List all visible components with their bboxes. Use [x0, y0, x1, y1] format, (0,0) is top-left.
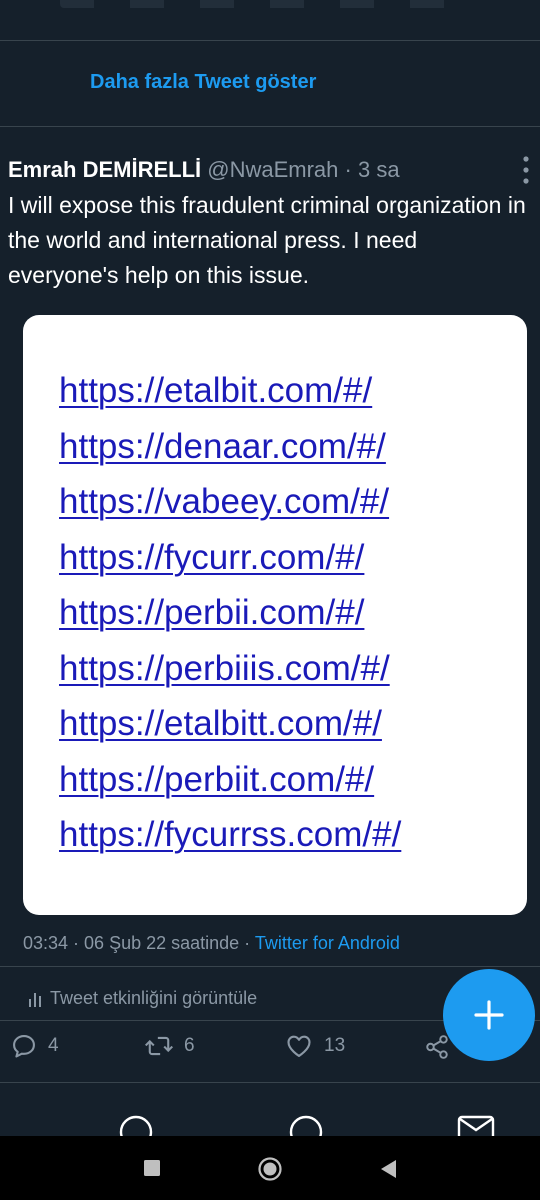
header-separator: ·: [344, 157, 352, 182]
previous-tweet-remnant: [60, 0, 480, 8]
messages-icon[interactable]: [456, 1114, 496, 1136]
tweet-analytics-label: Tweet etkinliğini görüntüle: [50, 988, 258, 1008]
system-navigation-bar: [0, 1136, 540, 1200]
reply-button[interactable]: 4: [10, 1032, 59, 1060]
image-url-list: https://etalbit.com/#/ https://denaar.co…: [59, 363, 401, 863]
reply-count: 4: [48, 1035, 59, 1056]
tweet-image[interactable]: https://etalbit.com/#/ https://denaar.co…: [23, 315, 527, 915]
tweet-timestamp: 03:34 · 06 Şub 22 saatinde ·: [23, 933, 255, 953]
tweet-bottom-divider: [0, 1082, 540, 1083]
tweet-age: 3 sa: [357, 157, 400, 182]
heart-icon: [287, 1035, 311, 1057]
tweet-header: Emrah DEMİRELLİ @NwaEmrah · 3 sa: [8, 157, 528, 183]
recents-icon[interactable]: [143, 1159, 161, 1177]
retweet-icon: [144, 1036, 174, 1056]
bar-chart-icon: [29, 992, 41, 1007]
like-count: 13: [324, 1035, 346, 1056]
image-url-item: https://perbiit.com/#/: [59, 759, 375, 799]
reply-icon: [13, 1035, 35, 1058]
app-bottom-nav: [0, 1096, 540, 1136]
retweet-button[interactable]: 6: [144, 1032, 195, 1060]
back-icon[interactable]: [378, 1158, 398, 1180]
search-icon[interactable]: [286, 1110, 326, 1136]
tweet-analytics-link[interactable]: Tweet etkinliğini görüntüle: [28, 988, 257, 1009]
image-url-item: https://denaar.com/#/: [59, 426, 386, 466]
image-url-item: https://perbiiis.com/#/: [59, 648, 390, 688]
meta-divider: [0, 966, 540, 967]
image-url-item: https://perbii.com/#/: [59, 593, 365, 632]
show-more-tweets-row[interactable]: Daha fazla Tweet göster: [0, 40, 540, 127]
tweet-text: I will expose this fraudulent criminal o…: [8, 192, 526, 288]
tweet-source-link[interactable]: Twitter for Android: [255, 933, 400, 953]
show-more-tweets-link[interactable]: Daha fazla Tweet göster: [90, 71, 316, 94]
author-handle[interactable]: @NwaEmrah: [207, 157, 338, 182]
compose-tweet-button[interactable]: [443, 969, 535, 1061]
more-vertical-icon[interactable]: [516, 154, 536, 186]
tweet-meta: 03:34 · 06 Şub 22 saatinde · Twitter for…: [23, 933, 400, 954]
like-button[interactable]: 13: [284, 1032, 345, 1060]
image-url-item: https://fycurr.com/#/: [59, 537, 365, 577]
previous-tweet-edge: [0, 0, 540, 41]
plus-icon: [474, 1000, 504, 1030]
image-url-item: https://etalbit.com/#/: [59, 371, 373, 410]
image-url-item: https://vabeey.com/#/: [59, 482, 390, 521]
retweet-count: 6: [184, 1035, 195, 1056]
share-icon: [426, 1035, 448, 1059]
image-url-item: https://etalbitt.com/#/: [59, 704, 382, 743]
author-name[interactable]: Emrah DEMİRELLİ: [8, 157, 201, 182]
image-url-item: https://fycurrss.com/#/: [59, 815, 402, 854]
home-button-icon[interactable]: [257, 1156, 283, 1182]
home-icon[interactable]: [116, 1110, 156, 1136]
